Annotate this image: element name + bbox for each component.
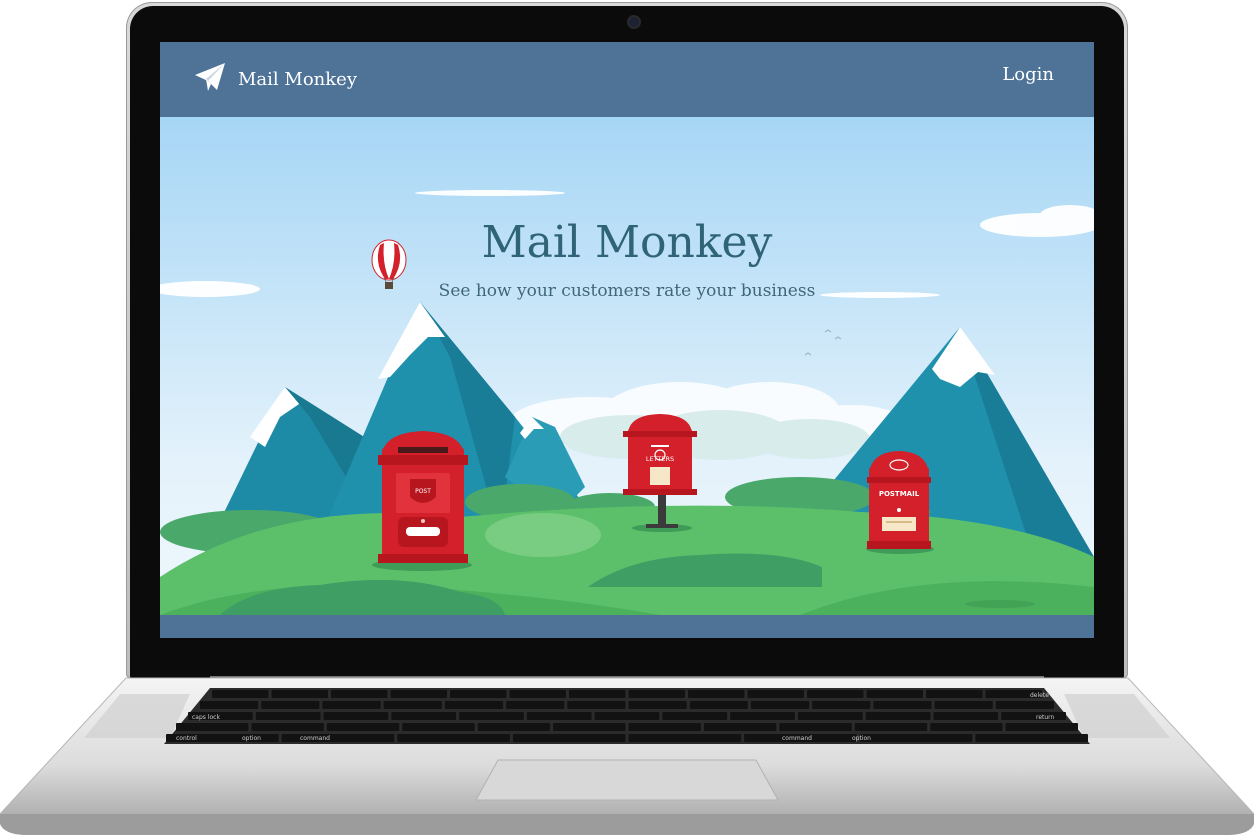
keyboard-key xyxy=(391,712,457,720)
keyboard-key xyxy=(322,701,381,709)
brand-name: Mail Monkey xyxy=(238,68,357,90)
keyboard-key xyxy=(506,701,565,709)
keyboard-key xyxy=(662,712,728,720)
keyboard-key xyxy=(261,701,320,709)
page-footer-strip xyxy=(160,615,1094,638)
paper-plane-icon xyxy=(194,62,226,96)
login-link[interactable]: Login xyxy=(1002,64,1054,85)
keyboard-key xyxy=(933,712,999,720)
keyboard-key xyxy=(854,723,928,731)
keyboard-key xyxy=(383,701,442,709)
key-control: control xyxy=(176,735,197,742)
brand-logo-link[interactable]: Mail Monkey xyxy=(194,62,357,96)
app-header: Mail Monkey Login xyxy=(160,42,1094,117)
keyboard-key xyxy=(444,701,504,709)
keyboard-key xyxy=(873,701,932,709)
keyboard-key xyxy=(255,712,321,720)
keyboard-key xyxy=(477,723,551,731)
keyboard-key xyxy=(281,734,395,742)
keyboard-key xyxy=(567,701,626,709)
keyboard-key xyxy=(251,723,324,731)
keyboard-key xyxy=(730,712,795,720)
webcam-icon xyxy=(629,17,639,27)
keyboard-key xyxy=(859,734,973,742)
keyboard-key xyxy=(212,690,269,698)
mailbox-label-post: POST xyxy=(415,488,431,495)
keyboard-key xyxy=(628,723,701,731)
hero-title: Mail Monkey xyxy=(481,217,773,268)
app-screen: Mail Monkey Login POST LETTERS POSTMAIL … xyxy=(160,42,1094,638)
keyboard-key xyxy=(200,701,259,709)
keyboard-key xyxy=(397,734,510,742)
keyboard-key xyxy=(703,723,777,731)
keyboard-key xyxy=(628,701,687,709)
mailbox-label-letters: LETTERS xyxy=(646,455,674,463)
keyboard-key xyxy=(926,690,983,698)
keyboard-key xyxy=(594,712,660,720)
keyboard-key xyxy=(812,701,871,709)
keyboard-key xyxy=(526,712,592,720)
mailbox-post xyxy=(378,431,468,563)
keyboard-key xyxy=(1005,723,1078,731)
keyboard-key xyxy=(271,690,328,698)
hero-section: POST LETTERS POSTMAIL Mail Monkey See ho… xyxy=(160,117,1094,615)
keyboard-key xyxy=(688,690,745,698)
keyboard-key xyxy=(390,690,447,698)
keyboard-key xyxy=(689,701,748,709)
keyboard-key xyxy=(628,690,685,698)
keyboard-key xyxy=(628,734,742,742)
key-command-right: command xyxy=(782,735,812,742)
keyboard-key xyxy=(797,712,863,720)
keyboard-key xyxy=(326,723,400,731)
keyboard-key xyxy=(331,690,388,698)
hero-subtitle: See how your customers rate your busines… xyxy=(438,281,816,301)
keyboard-key xyxy=(866,690,923,698)
keyboard-key xyxy=(747,690,804,698)
key-return: return xyxy=(1036,714,1055,721)
keyboard-key xyxy=(176,723,249,731)
key-command-left: command xyxy=(300,735,330,742)
keyboard-key xyxy=(995,701,1054,709)
key-option-right: option xyxy=(852,735,871,742)
hero-illustration: POST LETTERS POSTMAIL xyxy=(160,117,1094,615)
key-option-left: option xyxy=(242,735,261,742)
keyboard-key xyxy=(1001,712,1066,720)
keyboard-key xyxy=(807,690,864,698)
key-delete: delete xyxy=(1030,692,1049,699)
keyboard-key xyxy=(509,690,566,698)
keyboard-key xyxy=(323,712,389,720)
keyboard-key xyxy=(402,723,475,731)
keyboard-key xyxy=(779,723,852,731)
keyboard-key xyxy=(975,734,1088,742)
laptop-base: delete caps lock return control option c… xyxy=(0,676,1254,835)
keyboard-key xyxy=(865,712,931,720)
keyboard-key xyxy=(930,723,1003,731)
keyboard-key xyxy=(512,734,626,742)
keyboard-key xyxy=(553,723,626,731)
keyboard-key xyxy=(569,690,626,698)
keyboard-key xyxy=(450,690,507,698)
mailbox-label-postmail: POSTMAIL xyxy=(879,490,920,498)
keyboard-key xyxy=(459,712,524,720)
keyboard-key xyxy=(750,701,810,709)
mailbox-postmail xyxy=(867,451,931,549)
key-caps-lock: caps lock xyxy=(192,714,220,721)
keyboard-key xyxy=(934,701,993,709)
